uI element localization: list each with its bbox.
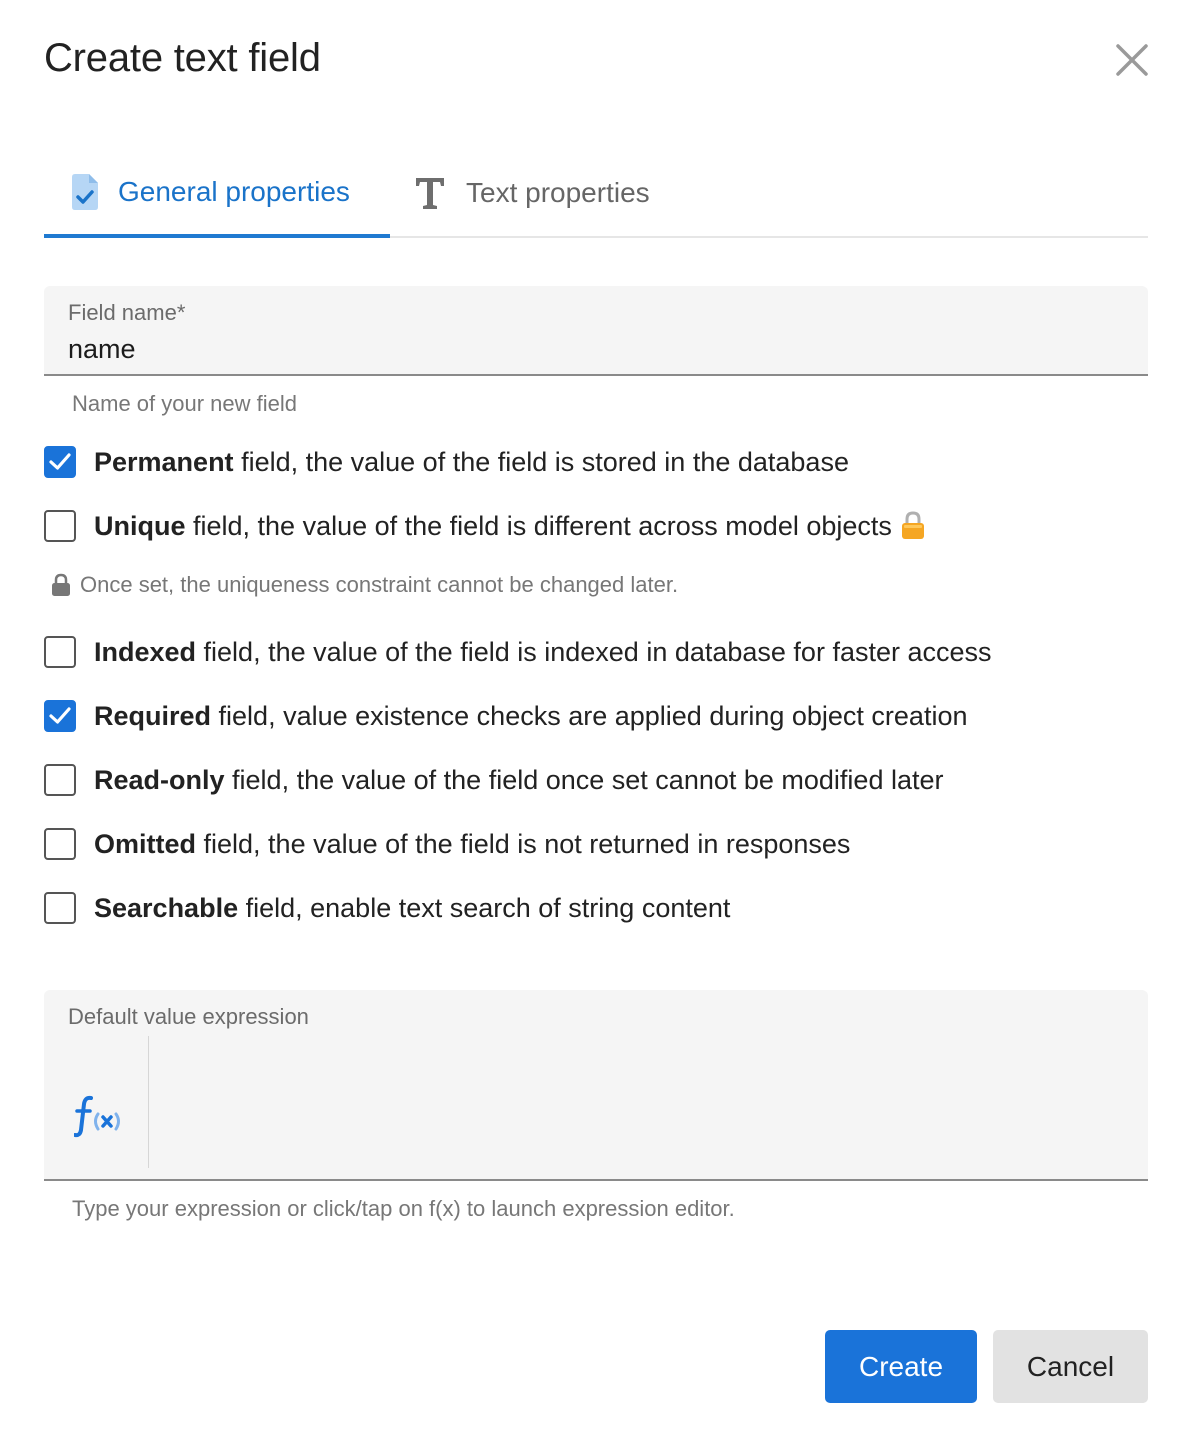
- option-required-label: Required field, value existence checks a…: [94, 701, 967, 732]
- option-omitted-text: field, the value of the field is not ret…: [196, 828, 851, 859]
- field-name-input[interactable]: [68, 334, 1118, 365]
- text-t-icon: [414, 176, 446, 210]
- option-permanent[interactable]: Permanent field, the value of the field …: [44, 446, 849, 478]
- expression-divider: [148, 1036, 149, 1168]
- option-omitted-label: Omitted field, the value of the field is…: [94, 829, 850, 860]
- option-permanent-bold: Permanent: [94, 446, 234, 477]
- lock-gray-icon: [50, 573, 72, 597]
- dialog-title: Create text field: [44, 36, 321, 80]
- field-name-helper: Name of your new field: [72, 391, 297, 416]
- tab-text-properties[interactable]: Text properties: [414, 150, 650, 236]
- option-unique-bold: Unique: [94, 510, 186, 541]
- option-read-only-bold: Read-only: [94, 764, 225, 795]
- option-permanent-label: Permanent field, the value of the field …: [94, 447, 849, 478]
- fx-expression-button[interactable]: [73, 1094, 130, 1143]
- checkbox-searchable[interactable]: [44, 892, 76, 924]
- lock-orange-icon: [900, 511, 926, 541]
- field-name-input-container[interactable]: Field name*: [44, 286, 1148, 376]
- option-unique-label: Unique field, the value of the field is …: [94, 511, 892, 542]
- tab-bar: General properties Text properties: [44, 150, 1148, 238]
- option-omitted-bold: Omitted: [94, 828, 197, 859]
- checkbox-unique[interactable]: [44, 510, 76, 542]
- tab-general-properties[interactable]: General properties: [44, 150, 390, 238]
- option-indexed-text: field, the value of the field is indexed…: [196, 636, 992, 667]
- option-indexed-label: Indexed field, the value of the field is…: [94, 637, 992, 668]
- checkmark-icon: [49, 453, 71, 470]
- tab-general-label: General properties: [118, 176, 350, 207]
- default-value-label: Default value expression: [68, 1004, 309, 1029]
- checkbox-permanent[interactable]: [44, 446, 76, 478]
- cancel-button[interactable]: Cancel: [993, 1330, 1148, 1403]
- checkbox-required[interactable]: [44, 700, 76, 732]
- required-mark: *: [176, 300, 186, 325]
- option-required[interactable]: Required field, value existence checks a…: [44, 700, 967, 732]
- checkbox-read-only[interactable]: [44, 764, 76, 796]
- option-indexed-bold: Indexed: [94, 636, 197, 667]
- field-name-label-text: Field name: [68, 300, 177, 325]
- close-icon: [1116, 44, 1148, 76]
- option-searchable-label: Searchable field, enable text search of …: [94, 893, 730, 924]
- field-name-label: Field name*: [68, 300, 185, 326]
- document-check-icon: [70, 173, 100, 211]
- function-fx-icon: [73, 1095, 120, 1138]
- option-searchable[interactable]: Searchable field, enable text search of …: [44, 892, 730, 924]
- close-button[interactable]: [1112, 40, 1152, 80]
- expression-input[interactable]: [162, 1040, 1132, 1164]
- option-searchable-bold: Searchable: [94, 892, 239, 923]
- option-read-only[interactable]: Read-only field, the value of the field …: [44, 764, 944, 796]
- option-read-only-label: Read-only field, the value of the field …: [94, 765, 944, 796]
- option-omitted[interactable]: Omitted field, the value of the field is…: [44, 828, 850, 860]
- unique-note: Once set, the uniqueness constraint cann…: [50, 572, 678, 598]
- tab-text-label: Text properties: [466, 177, 650, 208]
- option-searchable-text: field, enable text search of string cont…: [238, 892, 731, 923]
- default-value-expression-container: Default value expression: [44, 990, 1148, 1181]
- option-required-text: field, value existence checks are applie…: [211, 700, 968, 731]
- checkbox-indexed[interactable]: [44, 636, 76, 668]
- option-read-only-text: field, the value of the field once set c…: [224, 764, 944, 795]
- option-unique[interactable]: Unique field, the value of the field is …: [44, 510, 926, 542]
- option-permanent-text: field, the value of the field is stored …: [233, 446, 849, 477]
- option-indexed[interactable]: Indexed field, the value of the field is…: [44, 636, 992, 668]
- checkmark-icon: [49, 707, 71, 724]
- checkbox-omitted[interactable]: [44, 828, 76, 860]
- unique-note-text: Once set, the uniqueness constraint cann…: [80, 572, 679, 597]
- option-required-bold: Required: [94, 700, 212, 731]
- create-button[interactable]: Create: [825, 1330, 977, 1403]
- default-value-helper: Type your expression or click/tap on f(x…: [72, 1196, 735, 1221]
- option-unique-text: field, the value of the field is differe…: [185, 510, 892, 541]
